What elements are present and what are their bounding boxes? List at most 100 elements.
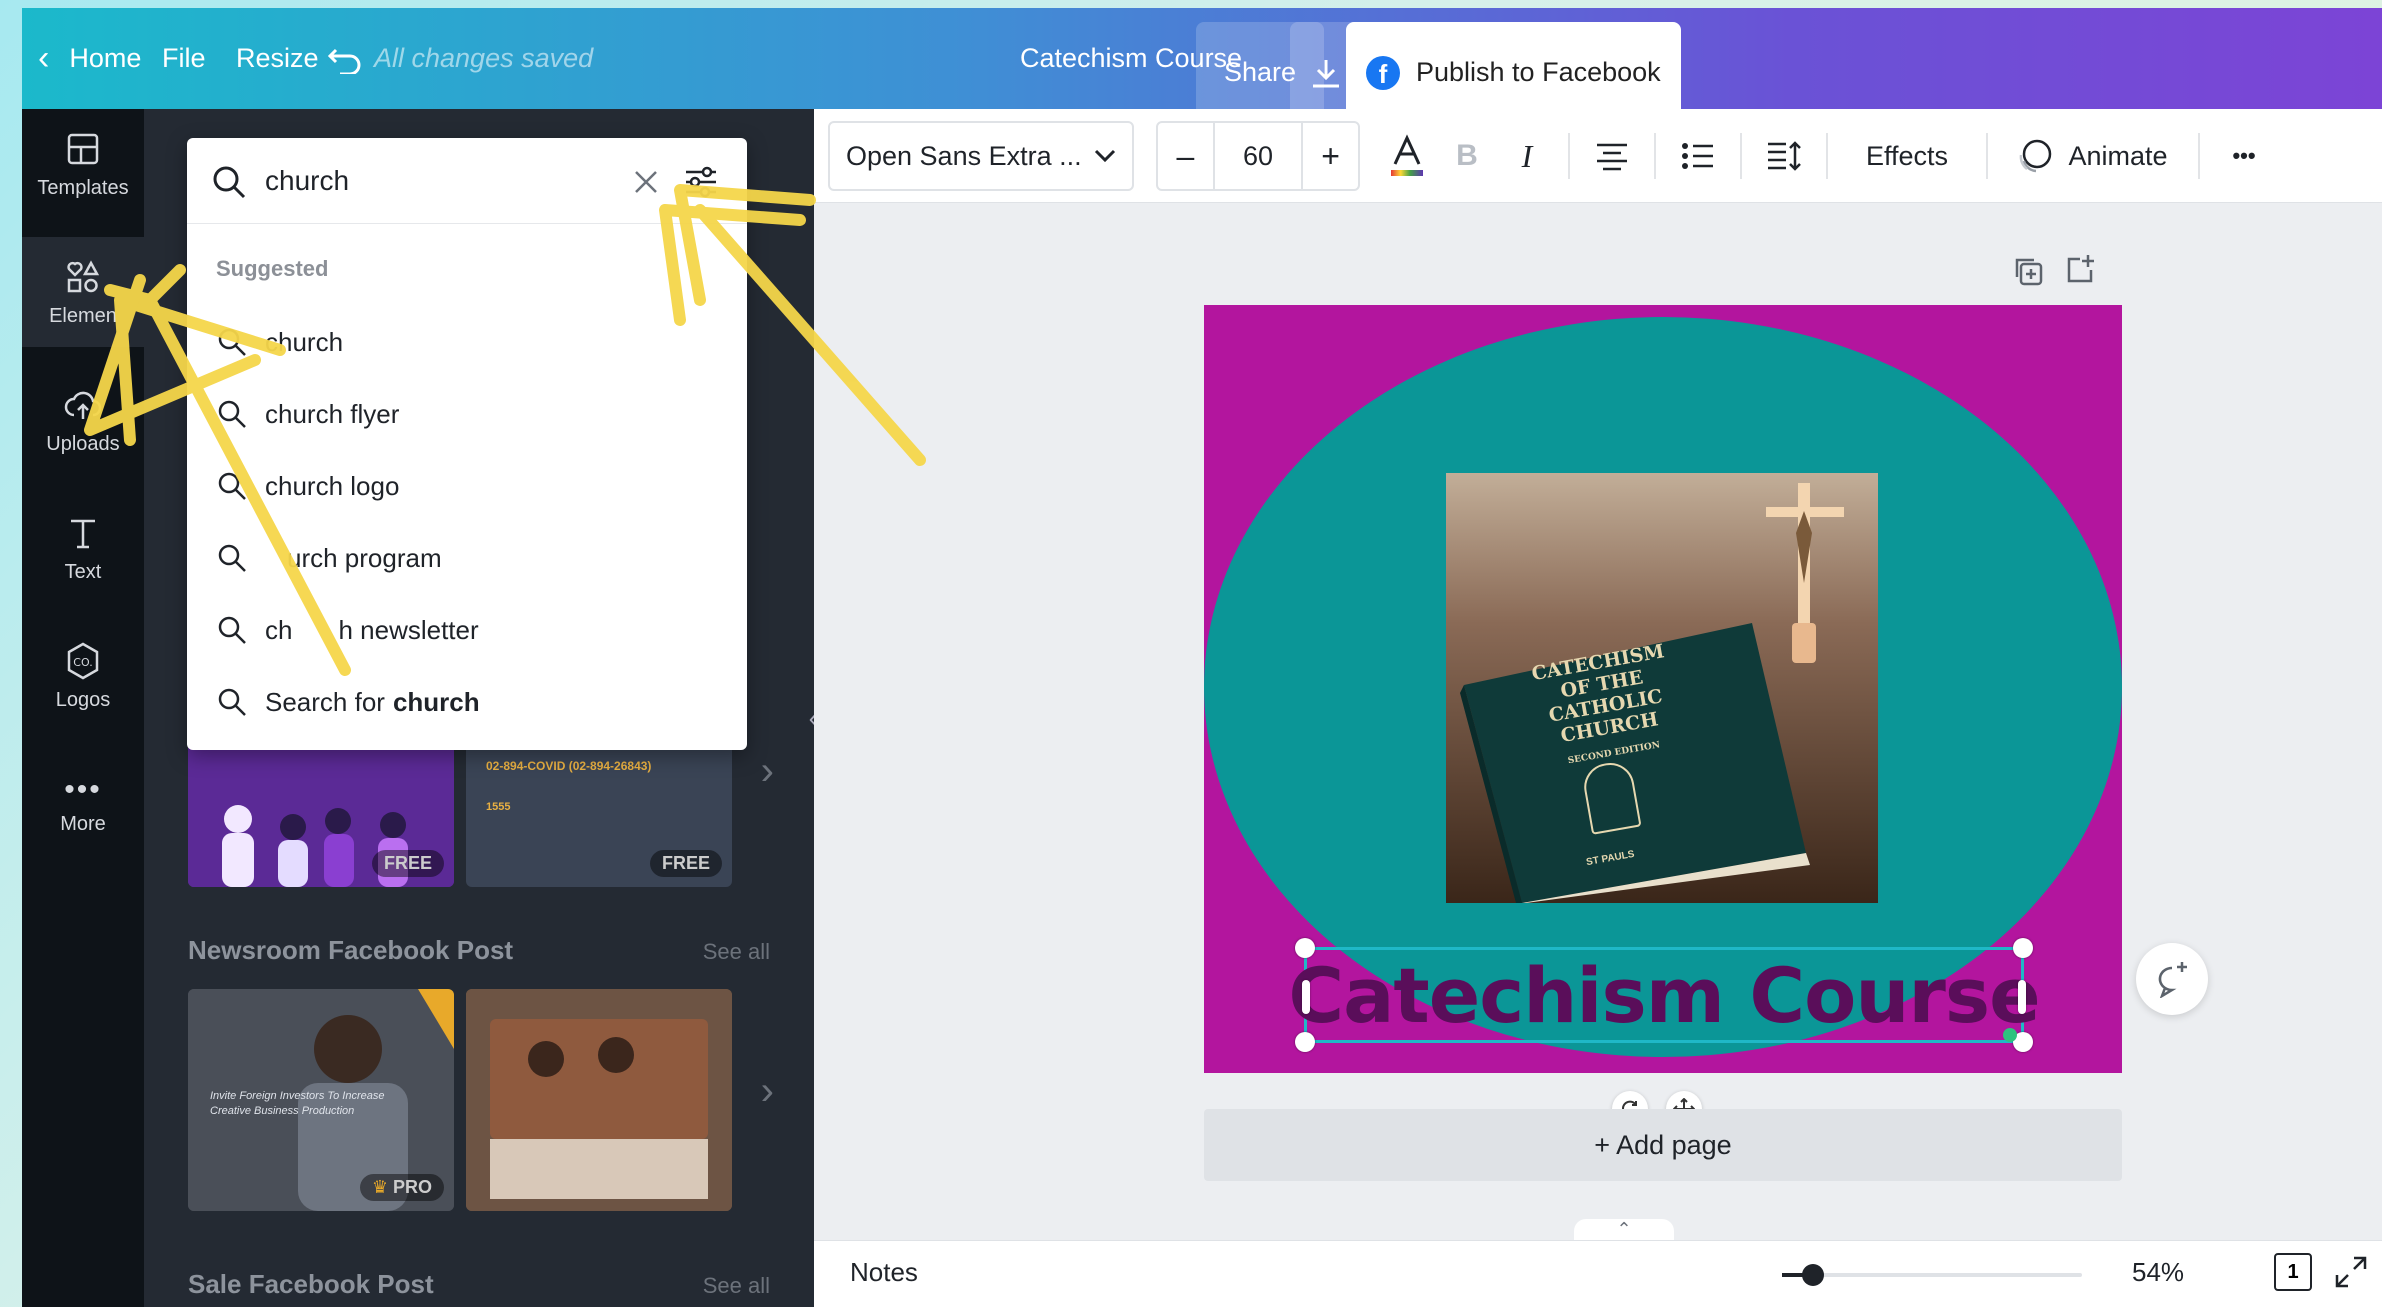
see-all-link[interactable]: See all (703, 1273, 770, 1299)
design-canvas[interactable]: CATECHISM OF THE CATHOLIC CHURCH SECOND … (1204, 305, 2122, 1073)
download-icon (1313, 59, 1339, 87)
zoom-slider[interactable] (1782, 1264, 2082, 1286)
search-for-term: church (392, 686, 480, 717)
elements-icon (67, 259, 100, 292)
resize-handle[interactable] (1295, 938, 1315, 958)
undo-icon[interactable] (328, 8, 362, 109)
cloud-upload-icon (64, 391, 102, 419)
clear-search-icon[interactable] (632, 168, 660, 196)
add-page-icon[interactable] (2064, 253, 2096, 290)
animate-button[interactable]: Animate (2004, 121, 2180, 191)
suggestion-item[interactable]: urch program (187, 523, 747, 593)
font-family-dropdown[interactable]: Open Sans Extra ... (828, 121, 1134, 191)
file-menu[interactable]: File (162, 8, 206, 109)
suggestion-item[interactable]: church flyer (187, 379, 747, 449)
add-comment-button[interactable] (2136, 943, 2208, 1015)
templates-icon (67, 133, 99, 164)
resize-handle[interactable] (1295, 1032, 1315, 1052)
filter-sliders-icon[interactable] (683, 164, 719, 200)
top-bar: ‹ Home File Resize All changes saved Cat… (22, 8, 2382, 123)
bullet-list-button[interactable] (1672, 121, 1724, 191)
suggestion-label: ch (265, 614, 293, 645)
increase-size-button[interactable]: + (1303, 138, 1358, 175)
workspace: Open Sans Extra ... – 60 + B I Effects A… (814, 109, 2382, 1307)
publish-facebook-button[interactable]: f Publish to Facebook (1346, 22, 1681, 123)
search-for-item[interactable]: Search for church (187, 667, 747, 737)
bottom-bar: Notes 54% 1 (814, 1240, 2382, 1307)
font-family-value: Open Sans Extra ... (846, 140, 1082, 171)
side-handle[interactable] (1302, 980, 1310, 1014)
sidebar-item-more[interactable]: ••• More (22, 749, 144, 859)
divider (1740, 133, 1742, 179)
line-spacing-icon (1768, 141, 1801, 171)
bold-button[interactable]: B (1442, 121, 1492, 191)
notes-button[interactable]: Notes (850, 1257, 918, 1288)
sidebar-item-elements[interactable]: Elemen (22, 237, 144, 347)
sidebar-item-logos[interactable]: CO. Logos (22, 621, 144, 731)
section-title: Newsroom Facebook Post (188, 935, 514, 965)
sidebar-item-text[interactable]: Text (22, 493, 144, 603)
text-toolbar: Open Sans Extra ... – 60 + B I Effects A… (814, 109, 2382, 203)
section-title: Sale Facebook Post (188, 1269, 434, 1299)
resize-handle[interactable] (2013, 938, 2033, 958)
more-options-button[interactable]: ••• (2214, 121, 2274, 191)
font-size-stepper: – 60 + (1156, 121, 1360, 191)
sidebar-item-uploads[interactable]: Uploads (22, 365, 144, 475)
decrease-size-button[interactable]: – (1158, 138, 1213, 175)
resize-menu[interactable]: Resize (236, 8, 319, 109)
sidebar-label: More (60, 812, 106, 835)
search-icon (213, 166, 246, 199)
add-page-button[interactable]: + Add page (1204, 1109, 2122, 1181)
thumbnail-text: 1555 (486, 801, 511, 813)
canvas-title-text[interactable]: Catechism Course (1288, 950, 2040, 1040)
free-badge: FREE (371, 850, 444, 877)
suggestion-item[interactable]: church logo (187, 451, 747, 521)
thumbnail-text: 02-894-COVID (02-894-26843) (486, 759, 652, 773)
sidebar-label: Templates (37, 176, 129, 199)
search-for-label: Search for (265, 686, 385, 717)
italic-button[interactable]: I (1502, 121, 1552, 191)
home-button[interactable]: ‹ Home (38, 8, 141, 109)
fullscreen-icon[interactable] (2334, 1255, 2368, 1294)
chevron-right-icon[interactable]: › (761, 1069, 774, 1114)
title-selection-box[interactable]: Catechism Course (1288, 938, 2041, 1052)
search-input[interactable] (265, 158, 625, 204)
chevron-right-icon[interactable]: › (761, 749, 774, 794)
comment-add-icon (2158, 962, 2187, 998)
search-icon (187, 615, 265, 645)
spacing-button[interactable] (1758, 121, 1810, 191)
sidebar-label: Elemen (49, 304, 117, 327)
catechism-photo[interactable]: CATECHISM OF THE CATHOLIC CHURCH SECOND … (1446, 473, 1878, 903)
search-icon (187, 327, 265, 357)
suggestion-label: urch program (287, 542, 442, 573)
effects-button[interactable]: Effects (1844, 121, 1970, 191)
suggestion-item[interactable]: church (187, 307, 747, 377)
page-count-button[interactable]: 1 (2274, 1253, 2312, 1291)
pivot-dot[interactable] (2003, 1028, 2017, 1042)
students-photo (466, 989, 732, 1211)
pro-label: PRO (392, 1177, 432, 1197)
text-color-button[interactable] (1380, 121, 1434, 191)
align-center-button[interactable] (1586, 121, 1638, 191)
font-size-value[interactable]: 60 (1212, 123, 1304, 189)
search-icon (187, 399, 265, 429)
sidebar-item-templates[interactable]: Templates (22, 109, 144, 219)
suggestion-label-tail: h newsletter (338, 614, 479, 645)
template-thumbnail[interactable] (466, 989, 732, 1211)
suggestion-label: church (265, 326, 344, 357)
sidebar-label: Uploads (46, 432, 120, 455)
animate-label: Animate (2068, 140, 2168, 171)
publish-label: Publish to Facebook (1416, 57, 1661, 87)
expand-pages-tab[interactable]: ⌃ (1574, 1219, 1674, 1241)
divider (1654, 133, 1656, 179)
template-thumbnail[interactable]: Invite Foreign Investors To Increase Cre… (188, 989, 454, 1211)
side-handle[interactable] (2018, 980, 2026, 1014)
zoom-slider-thumb[interactable] (1802, 1264, 1824, 1286)
svg-text:CO.: CO. (73, 656, 92, 669)
chevron-up-icon: ⌃ (1616, 1219, 1632, 1239)
see-all-link[interactable]: See all (703, 939, 770, 965)
crown-icon: ♛ (371, 1177, 388, 1197)
duplicate-page-icon[interactable] (2012, 255, 2044, 292)
suggestion-item[interactable]: ch h newsletter (187, 595, 747, 665)
zoom-level[interactable]: 54% (2132, 1257, 2184, 1288)
